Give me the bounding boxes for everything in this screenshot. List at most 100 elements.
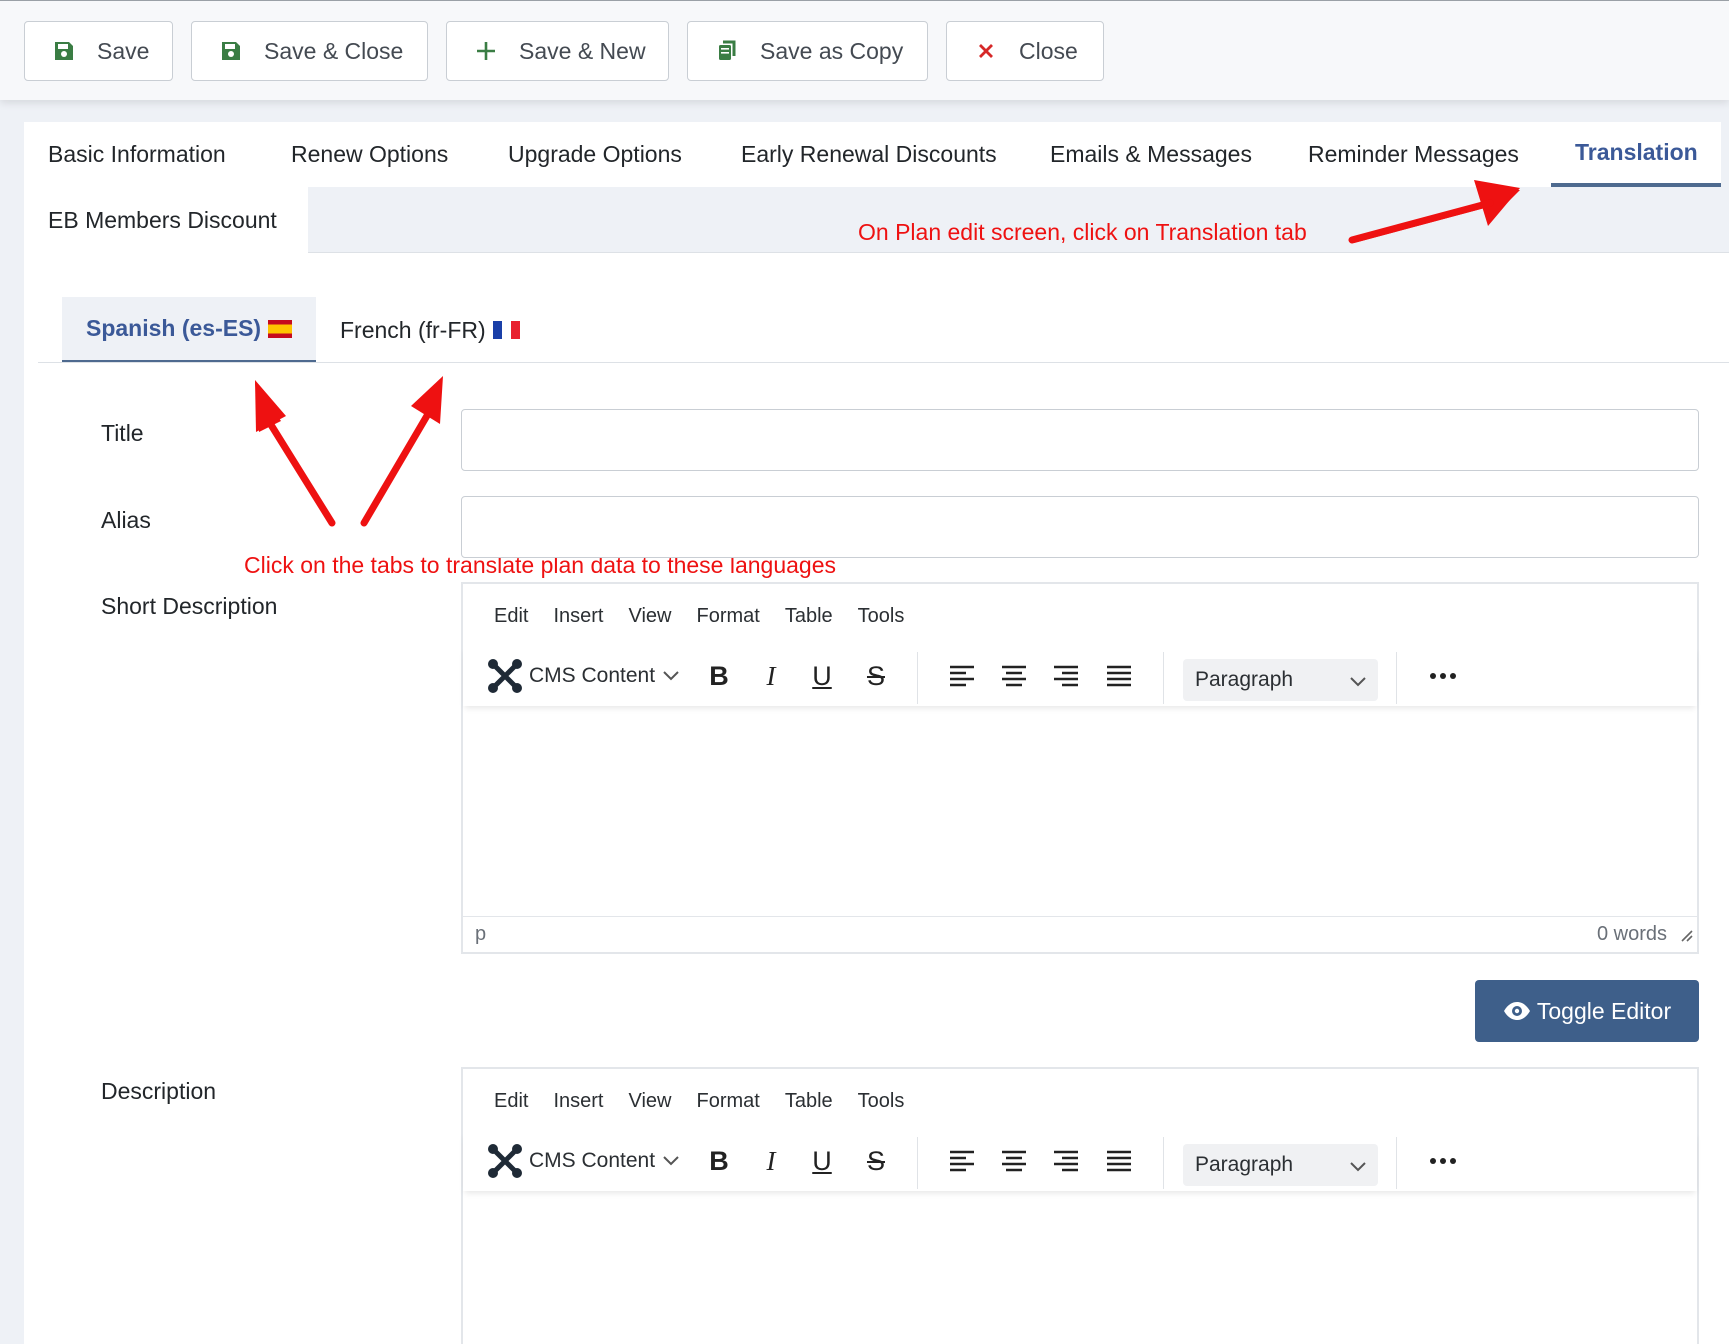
save-close-button[interactable]: Save & Close xyxy=(191,21,428,81)
align-justify-icon[interactable] xyxy=(1099,656,1139,696)
toolbar-separator xyxy=(1396,652,1397,704)
description-label: Description xyxy=(101,1078,217,1104)
copy-icon xyxy=(714,38,740,64)
tab-spanish-label: Spanish (es-ES) xyxy=(86,315,262,341)
annotation-translation-tab: On Plan edit screen, click on Translatio… xyxy=(858,219,1307,245)
align-justify-icon[interactable] xyxy=(1099,1141,1139,1181)
toolbar-separator xyxy=(1396,1137,1397,1189)
element-path[interactable]: p xyxy=(475,923,486,946)
flag-fr-icon xyxy=(492,321,520,339)
title-input[interactable] xyxy=(461,409,1699,471)
align-left-icon[interactable] xyxy=(942,1141,982,1181)
tab-label: Basic Information xyxy=(48,141,226,167)
tab-eb-members-discount[interactable]: EB Members Discount xyxy=(24,187,308,253)
editor-content-area[interactable] xyxy=(463,1193,1697,1343)
tab-basic-information[interactable]: Basic Information xyxy=(24,122,267,187)
underline-icon[interactable]: U xyxy=(802,1141,842,1181)
tab-label: Emails & Messages xyxy=(1050,141,1252,167)
tab-label: Upgrade Options xyxy=(508,141,682,167)
subtab-divider xyxy=(38,362,1729,363)
editor-toolbar: CMS Content B I U S Paragraph xyxy=(463,646,1697,706)
resize-handle-icon[interactable] xyxy=(1679,925,1693,948)
editor-statusbar: p 0 words xyxy=(463,916,1697,952)
menu-table[interactable]: Table xyxy=(785,1090,833,1113)
toolbar-separator xyxy=(917,1137,918,1189)
block-format-select[interactable]: Paragraph xyxy=(1183,659,1378,701)
cms-content-dropdown[interactable]: CMS Content xyxy=(487,1141,679,1181)
more-icon[interactable] xyxy=(1423,1141,1463,1181)
tab-renew-options[interactable]: Renew Options xyxy=(267,122,484,187)
menu-format[interactable]: Format xyxy=(697,605,760,628)
strikethrough-icon[interactable]: S xyxy=(856,656,896,696)
tab-translation[interactable]: Translation xyxy=(1551,122,1721,187)
menu-edit[interactable]: Edit xyxy=(494,605,528,628)
title-label: Title xyxy=(101,420,144,446)
menu-format[interactable]: Format xyxy=(697,1090,760,1113)
cms-content-label: CMS Content xyxy=(529,664,656,687)
toggle-editor-label: Toggle Editor xyxy=(1536,997,1672,1024)
menu-table[interactable]: Table xyxy=(785,605,833,628)
short-description-label: Short Description xyxy=(101,593,278,619)
tab-upgrade-options[interactable]: Upgrade Options xyxy=(484,122,717,187)
menu-edit[interactable]: Edit xyxy=(494,1090,528,1113)
block-format-select[interactable]: Paragraph xyxy=(1183,1144,1378,1186)
save-as-copy-button-label: Save as Copy xyxy=(760,37,904,64)
bold-icon[interactable]: B xyxy=(699,1141,739,1181)
plus-icon xyxy=(473,38,499,64)
block-format-label: Paragraph xyxy=(1195,1153,1294,1176)
save-button[interactable]: Save xyxy=(24,21,173,81)
align-right-icon[interactable] xyxy=(1046,656,1086,696)
editor-menubar: Edit Insert View Format Table Tools xyxy=(463,1069,1697,1133)
chevron-down-icon xyxy=(1350,669,1366,693)
italic-icon[interactable]: I xyxy=(751,1141,791,1181)
toolbar-separator xyxy=(1163,1137,1164,1189)
save-close-button-label: Save & Close xyxy=(264,37,404,64)
cms-content-dropdown[interactable]: CMS Content xyxy=(487,656,679,696)
tab-label: Early Renewal Discounts xyxy=(741,141,997,167)
tab-french[interactable]: French (fr-FR) xyxy=(316,297,546,363)
description-editor: Edit Insert View Format Table Tools CMS … xyxy=(461,1067,1699,1344)
align-left-icon[interactable] xyxy=(942,656,982,696)
underline-icon[interactable]: U xyxy=(802,656,842,696)
tab-label: Reminder Messages xyxy=(1308,141,1519,167)
tab-emails-messages[interactable]: Emails & Messages xyxy=(1026,122,1284,187)
menu-tools[interactable]: Tools xyxy=(858,605,905,628)
save-new-button[interactable]: Save & New xyxy=(446,21,669,81)
tab-reminder-messages[interactable]: Reminder Messages xyxy=(1284,122,1551,187)
align-center-icon[interactable] xyxy=(994,1141,1034,1181)
italic-icon[interactable]: I xyxy=(751,656,791,696)
chevron-down-icon xyxy=(663,671,679,681)
alias-input[interactable] xyxy=(461,496,1699,558)
save-new-button-label: Save & New xyxy=(519,37,646,64)
more-icon[interactable] xyxy=(1423,656,1463,696)
cms-content-label: CMS Content xyxy=(529,1149,656,1172)
eye-icon xyxy=(1503,1001,1531,1021)
tab-spanish[interactable]: Spanish (es-ES) xyxy=(62,297,316,363)
save-icon xyxy=(51,38,77,64)
close-button[interactable]: Close xyxy=(946,21,1104,81)
menu-insert[interactable]: Insert xyxy=(553,1090,603,1113)
save-button-label: Save xyxy=(97,37,150,64)
joomla-icon xyxy=(487,1143,523,1179)
tab-label: Renew Options xyxy=(291,141,449,167)
menu-view[interactable]: View xyxy=(629,605,672,628)
chevron-down-icon xyxy=(1350,1154,1366,1178)
menu-view[interactable]: View xyxy=(629,1090,672,1113)
close-button-label: Close xyxy=(1019,37,1078,64)
save-icon xyxy=(218,38,244,64)
toggle-editor-button[interactable]: Toggle Editor xyxy=(1475,980,1699,1042)
align-right-icon[interactable] xyxy=(1046,1141,1086,1181)
align-center-icon[interactable] xyxy=(994,656,1034,696)
menu-insert[interactable]: Insert xyxy=(553,605,603,628)
save-as-copy-button[interactable]: Save as Copy xyxy=(687,21,928,81)
flag-es-icon xyxy=(268,319,292,338)
strikethrough-icon[interactable]: S xyxy=(856,1141,896,1181)
menu-tools[interactable]: Tools xyxy=(858,1090,905,1113)
tab-label: Translation xyxy=(1575,139,1698,165)
action-toolbar: Save Save & Close Save & New Save as Cop… xyxy=(0,0,1729,100)
bold-icon[interactable]: B xyxy=(699,656,739,696)
joomla-icon xyxy=(487,658,523,694)
editor-content-area[interactable] xyxy=(463,708,1697,918)
toolbar-separator xyxy=(917,652,918,704)
tab-early-renewal-discounts[interactable]: Early Renewal Discounts xyxy=(717,122,1026,187)
